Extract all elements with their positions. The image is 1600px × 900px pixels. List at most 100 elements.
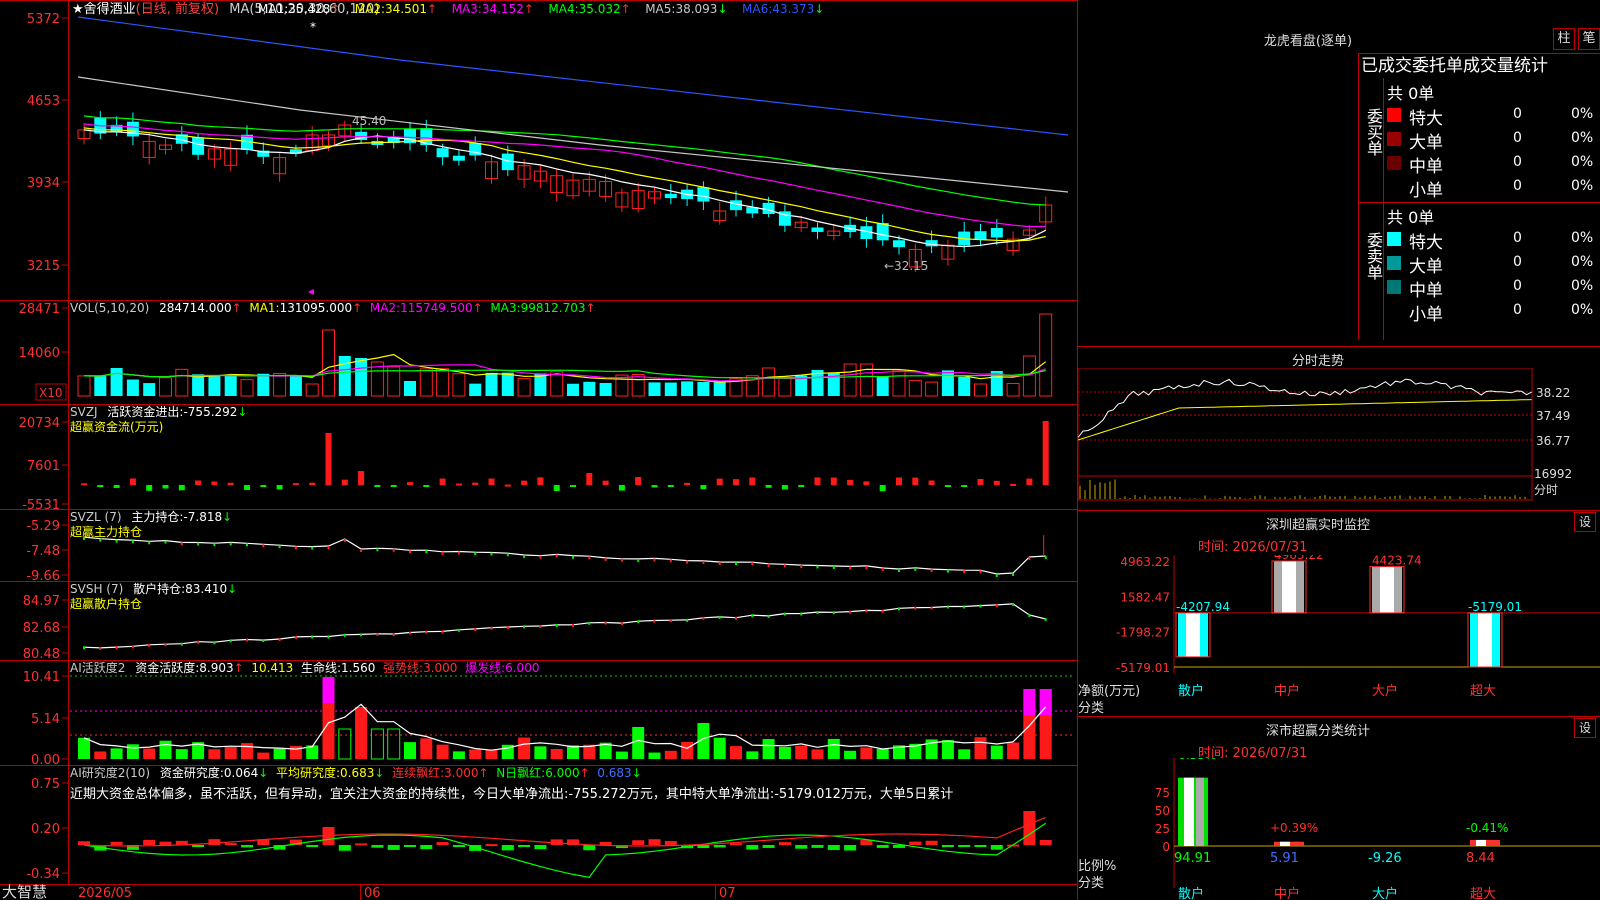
research-bar xyxy=(778,842,791,845)
main-position-mark xyxy=(995,574,998,577)
main-position-mark xyxy=(783,564,786,568)
retail-position-mark xyxy=(898,607,900,611)
order-color-swatch xyxy=(1387,256,1401,270)
x-label-jul: 07 xyxy=(719,886,736,900)
fund-flow-bar xyxy=(667,485,674,487)
intraday-chart[interactable]: 38.22 37.49 36.77 16992 分时 xyxy=(1078,368,1600,508)
candlestick-chart[interactable] xyxy=(77,16,1069,273)
monitor-bar-highlight xyxy=(1478,612,1492,667)
retail-position-mark xyxy=(702,616,705,620)
main-position-mark xyxy=(229,542,232,546)
fund-flow-bar xyxy=(292,483,299,486)
order-percent: 0% xyxy=(1571,278,1594,294)
activity-bar xyxy=(762,739,775,759)
research-bar xyxy=(452,845,465,847)
research-bar xyxy=(909,841,922,845)
fund-flow-bar xyxy=(488,478,495,485)
main-position-mark xyxy=(523,555,526,559)
volume-bar-up xyxy=(631,373,645,397)
monitor-category: 超大 xyxy=(1470,684,1496,699)
main-position-mark xyxy=(669,559,672,563)
monitor-category: 中户 xyxy=(1274,683,1300,699)
monitor-bar-highlight xyxy=(1380,566,1394,613)
order-count: 0 xyxy=(1513,130,1522,146)
candle-down xyxy=(762,202,775,214)
main-position-mark xyxy=(930,569,933,573)
monitor-settings-button[interactable]: 设 xyxy=(1574,512,1596,532)
volume-bar-up xyxy=(517,378,531,397)
ai-activity-chart[interactable] xyxy=(70,675,1075,760)
research-bar xyxy=(404,845,416,847)
fund-flow-bar xyxy=(195,480,202,485)
candle-down xyxy=(664,193,677,199)
retail-position-chart[interactable] xyxy=(83,602,1047,650)
fund-flow-chart[interactable] xyxy=(81,421,1049,492)
order-count: 0 xyxy=(1513,154,1522,170)
ai-research-axis: 0.75 0.20 -0.34 xyxy=(26,777,68,882)
volume-bar-up xyxy=(419,368,433,397)
volume-bar-up xyxy=(240,379,254,397)
classify-divider xyxy=(1078,716,1600,717)
activity-bar xyxy=(208,749,221,759)
svzj-tick-label: -5531 xyxy=(22,498,60,513)
price-tick-label: 5372 xyxy=(27,12,60,27)
fund-flow-bar xyxy=(586,473,593,485)
retail-position-mark xyxy=(539,624,542,628)
fund-flow-bar xyxy=(260,485,267,487)
fund-flow-bar xyxy=(129,478,136,485)
research-bar xyxy=(844,845,857,851)
main-position-mark xyxy=(262,544,265,548)
fund-flow-bar xyxy=(993,480,1000,485)
column-view-button[interactable]: 柱 xyxy=(1553,28,1575,50)
fund-flow-bar xyxy=(765,485,772,488)
volume-bar-down xyxy=(664,382,677,396)
volume-bar-down xyxy=(338,356,351,396)
order-count: 0 xyxy=(1513,254,1522,270)
main-position-chart[interactable] xyxy=(83,535,1047,577)
classify-bar-shade xyxy=(1488,839,1496,846)
low-mark: ←32.15 xyxy=(884,259,928,273)
ai-activity-axis: 10.41 5.14 0.00 xyxy=(23,670,68,768)
main-position-mark xyxy=(441,551,444,555)
volume-bar-down xyxy=(289,375,302,396)
activity-bar xyxy=(420,738,433,759)
research-bar xyxy=(746,845,759,850)
monitor-bar-highlight xyxy=(1282,561,1296,613)
ai-research-chart[interactable] xyxy=(78,811,1052,879)
fund-flow-bar xyxy=(244,485,250,490)
activity-bar xyxy=(795,745,808,759)
pen-view-button[interactable]: 笔 xyxy=(1578,28,1600,50)
vol-tick-label: 28471 xyxy=(19,302,60,317)
activity-bar xyxy=(143,748,156,759)
activity-bar xyxy=(664,750,677,759)
monitor-bar-chart[interactable]: 4963.22 1582.47 -1798.27 -5179.01 -4207.94 49… xyxy=(1078,555,1600,715)
retail-position-mark xyxy=(555,623,558,627)
activity-bar xyxy=(844,750,857,759)
retail-position-mark xyxy=(131,645,134,649)
candle-down xyxy=(126,121,139,137)
retail-position-mark xyxy=(523,625,526,629)
candle-down xyxy=(974,231,987,240)
retail-position-mark xyxy=(865,609,868,613)
main-position-mark xyxy=(131,540,134,544)
research-bar xyxy=(811,845,824,848)
research-bar xyxy=(338,845,351,851)
main-position-line xyxy=(83,536,1046,575)
retail-position-mark xyxy=(816,611,819,615)
chart-area[interactable]: ★舍得酒业(日线, 前复权) MA(5,10,20,30,60,120) MA1… xyxy=(0,0,1078,900)
volume-chart[interactable] xyxy=(77,313,1053,397)
activity-bar xyxy=(860,747,873,759)
price-tick-label: 3215 xyxy=(27,259,60,274)
research-bar xyxy=(762,845,775,848)
research-bar xyxy=(208,839,221,845)
classify-bar-chart[interactable]: 75 50 25 0 -0.33% +0.39% -0.41% 94.91 5.91 -9.26 8… xyxy=(1078,758,1600,900)
intraday-tick-label: 37.49 xyxy=(1536,409,1570,423)
order-type: 特大 xyxy=(1409,109,1443,129)
panel-frames xyxy=(0,0,1078,900)
order-type: 小单 xyxy=(1409,305,1443,325)
order-count: 0 xyxy=(1513,178,1522,194)
activity-bar-burst xyxy=(322,677,335,703)
classify-settings-button[interactable]: 设 xyxy=(1574,718,1596,738)
main-position-mark xyxy=(979,570,982,574)
svzj-tick-label: 20734 xyxy=(19,416,60,431)
